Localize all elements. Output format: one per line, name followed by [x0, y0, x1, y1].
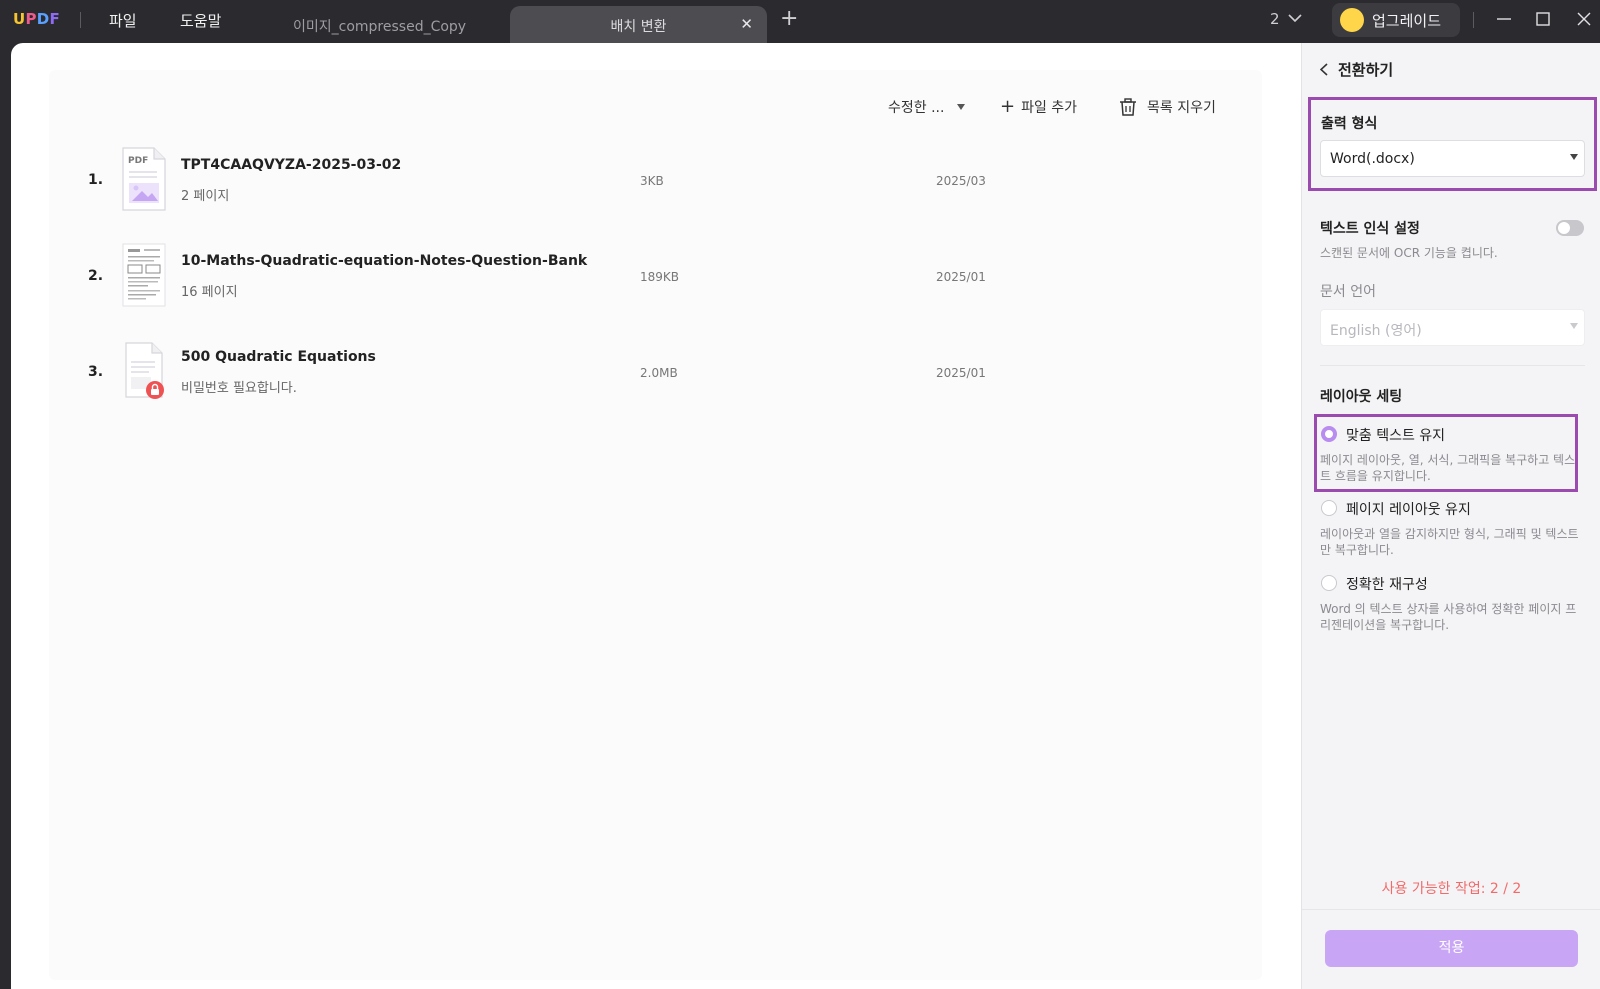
close-icon[interactable]: ✕	[740, 15, 753, 33]
doc-language-label: 문서 언어	[1320, 284, 1376, 300]
close-window-icon[interactable]	[1574, 9, 1594, 29]
plus-icon: +	[1000, 96, 1016, 117]
output-format-select[interactable]: Word(.docx)	[1320, 140, 1585, 177]
file-size: 2.0MB	[640, 366, 678, 380]
file-name: 500 Quadratic Equations	[181, 349, 376, 365]
apply-bar: 적용	[1302, 909, 1600, 989]
radio-keep-page-layout[interactable]	[1321, 500, 1337, 516]
radio-keep-flowing-text[interactable]	[1321, 426, 1337, 442]
caret-down-icon	[957, 104, 966, 110]
chevron-down-icon[interactable]	[1288, 13, 1302, 23]
app-logo[interactable]: UPDF	[13, 10, 60, 28]
file-size: 3KB	[640, 174, 664, 188]
list-item[interactable]: 2. 10-Maths-Quadratic-equation-Notes-Que…	[49, 239, 1262, 319]
sort-label: 수정한 ...	[888, 100, 945, 116]
ocr-title: 텍스트 인식 설정	[1320, 221, 1420, 237]
ocr-toggle[interactable]	[1556, 220, 1584, 236]
clear-list-label: 목록 지우기	[1147, 100, 1216, 116]
apply-button[interactable]: 적용	[1325, 930, 1578, 967]
logo-letter: U	[13, 10, 26, 28]
maximize-icon[interactable]	[1533, 9, 1553, 29]
toggle-knob	[1558, 222, 1570, 234]
divider	[80, 12, 81, 28]
file-pages: 16 페이지	[181, 285, 238, 300]
logo-letter: P	[25, 10, 37, 28]
add-file-label: 파일 추가	[1021, 100, 1078, 116]
panel-title: 전환하기	[1338, 61, 1394, 79]
svg-text:PDF: PDF	[128, 156, 148, 166]
upgrade-label: 업그레이드	[1372, 12, 1442, 30]
upgrade-button[interactable]: 업그레이드	[1332, 3, 1460, 37]
tab-batch-convert[interactable]: 배치 변환 ✕	[510, 6, 767, 43]
layout-option-label: 맞춤 텍스트 유지	[1346, 428, 1446, 444]
doc-language-value: English (영어)	[1330, 323, 1422, 339]
tab-label: 이미지_compressed_Copy	[293, 19, 467, 35]
divider	[1320, 365, 1585, 366]
menu-file[interactable]: 파일	[109, 10, 137, 31]
caret-down-icon	[1570, 323, 1578, 329]
document-thumbnail	[122, 243, 166, 307]
ocr-hint: 스캔된 문서에 OCR 기능을 켭니다.	[1320, 246, 1498, 260]
minimize-icon[interactable]	[1494, 9, 1514, 29]
chevron-left-icon	[1320, 63, 1328, 76]
layout-option-hint: 페이지 레이아웃, 열, 서식, 그래픽을 복구하고 텍스트 흐름을 유지합니다…	[1320, 453, 1576, 483]
divider	[1473, 12, 1474, 28]
file-number: 1.	[88, 172, 104, 188]
menu-help[interactable]: 도움말	[180, 10, 221, 31]
list-item[interactable]: 1. PDF TPT4CAAQVYZA-2025-03-02 2 페이지 3KB…	[49, 143, 1262, 223]
list-item[interactable]: 3. 500 Quadratic Equations 비밀번호 필요합니다. 2…	[49, 335, 1262, 415]
locked-document-icon	[125, 342, 164, 399]
window-count[interactable]: 2	[1270, 10, 1280, 28]
file-number: 3.	[88, 364, 104, 380]
file-date: 2025/03	[936, 174, 986, 188]
file-pages: 2 페이지	[181, 189, 230, 204]
doc-language-select[interactable]: English (영어)	[1320, 309, 1585, 346]
back-button[interactable]: 전환하기	[1320, 59, 1393, 80]
file-list: 수정한 ... + 파일 추가 목록 지우기 1. PDF TPT4CAAQVY…	[49, 70, 1262, 980]
layout-title: 레이아웃 세팅	[1320, 389, 1403, 405]
file-date: 2025/01	[936, 366, 986, 380]
output-format-value: Word(.docx)	[1330, 151, 1415, 167]
avatar	[1340, 8, 1364, 32]
tab-document[interactable]: 이미지_compressed_Copy	[285, 6, 485, 43]
output-format-title: 출력 형식	[1321, 116, 1378, 132]
radio-exact-reconstruction[interactable]	[1321, 575, 1337, 591]
logo-letter: F	[49, 10, 61, 28]
logo-letter: D	[36, 10, 50, 28]
file-size: 189KB	[640, 270, 680, 284]
title-bar: UPDF 파일 도움말 이미지_compressed_Copy 배치 변환 ✕ …	[0, 0, 1600, 43]
file-name: TPT4CAAQVYZA-2025-03-02	[181, 157, 402, 173]
file-name: 10-Maths-Quadratic-equation-Notes-Questi…	[181, 253, 588, 269]
caret-down-icon	[1570, 154, 1578, 160]
layout-option-label: 정확한 재구성	[1346, 577, 1428, 593]
layout-option-label: 페이지 레이아웃 유지	[1346, 502, 1471, 518]
sort-dropdown[interactable]: 수정한 ...	[888, 97, 966, 117]
pdf-icon: PDF	[122, 147, 166, 211]
quota-text: 사용 가능한 작업: 2 / 2	[1381, 881, 1522, 897]
convert-settings-panel: 전환하기 출력 형식 Word(.docx) 텍스트 인식 설정 스캔된 문서에…	[1301, 43, 1600, 989]
layout-option-hint: Word 의 텍스트 상자를 사용하여 정확한 페이지 프리젠테이션을 복구합니…	[1320, 602, 1577, 632]
tab-label: 배치 변환	[610, 19, 667, 35]
layout-option-hint: 레이아웃과 열을 감지하지만 형식, 그래픽 및 텍스트만 복구합니다.	[1320, 527, 1579, 557]
file-date: 2025/01	[936, 270, 986, 284]
file-number: 2.	[88, 268, 104, 284]
trash-icon	[1120, 97, 1136, 116]
add-file-button[interactable]: + 파일 추가	[1000, 97, 1077, 117]
add-tab-icon[interactable]: +	[780, 8, 798, 30]
clear-list-button[interactable]: 목록 지우기	[1119, 97, 1216, 117]
file-password-required: 비밀번호 필요합니다.	[181, 381, 297, 396]
main-content: 수정한 ... + 파일 추가 목록 지우기 1. PDF TPT4CAAQVY…	[11, 43, 1301, 989]
